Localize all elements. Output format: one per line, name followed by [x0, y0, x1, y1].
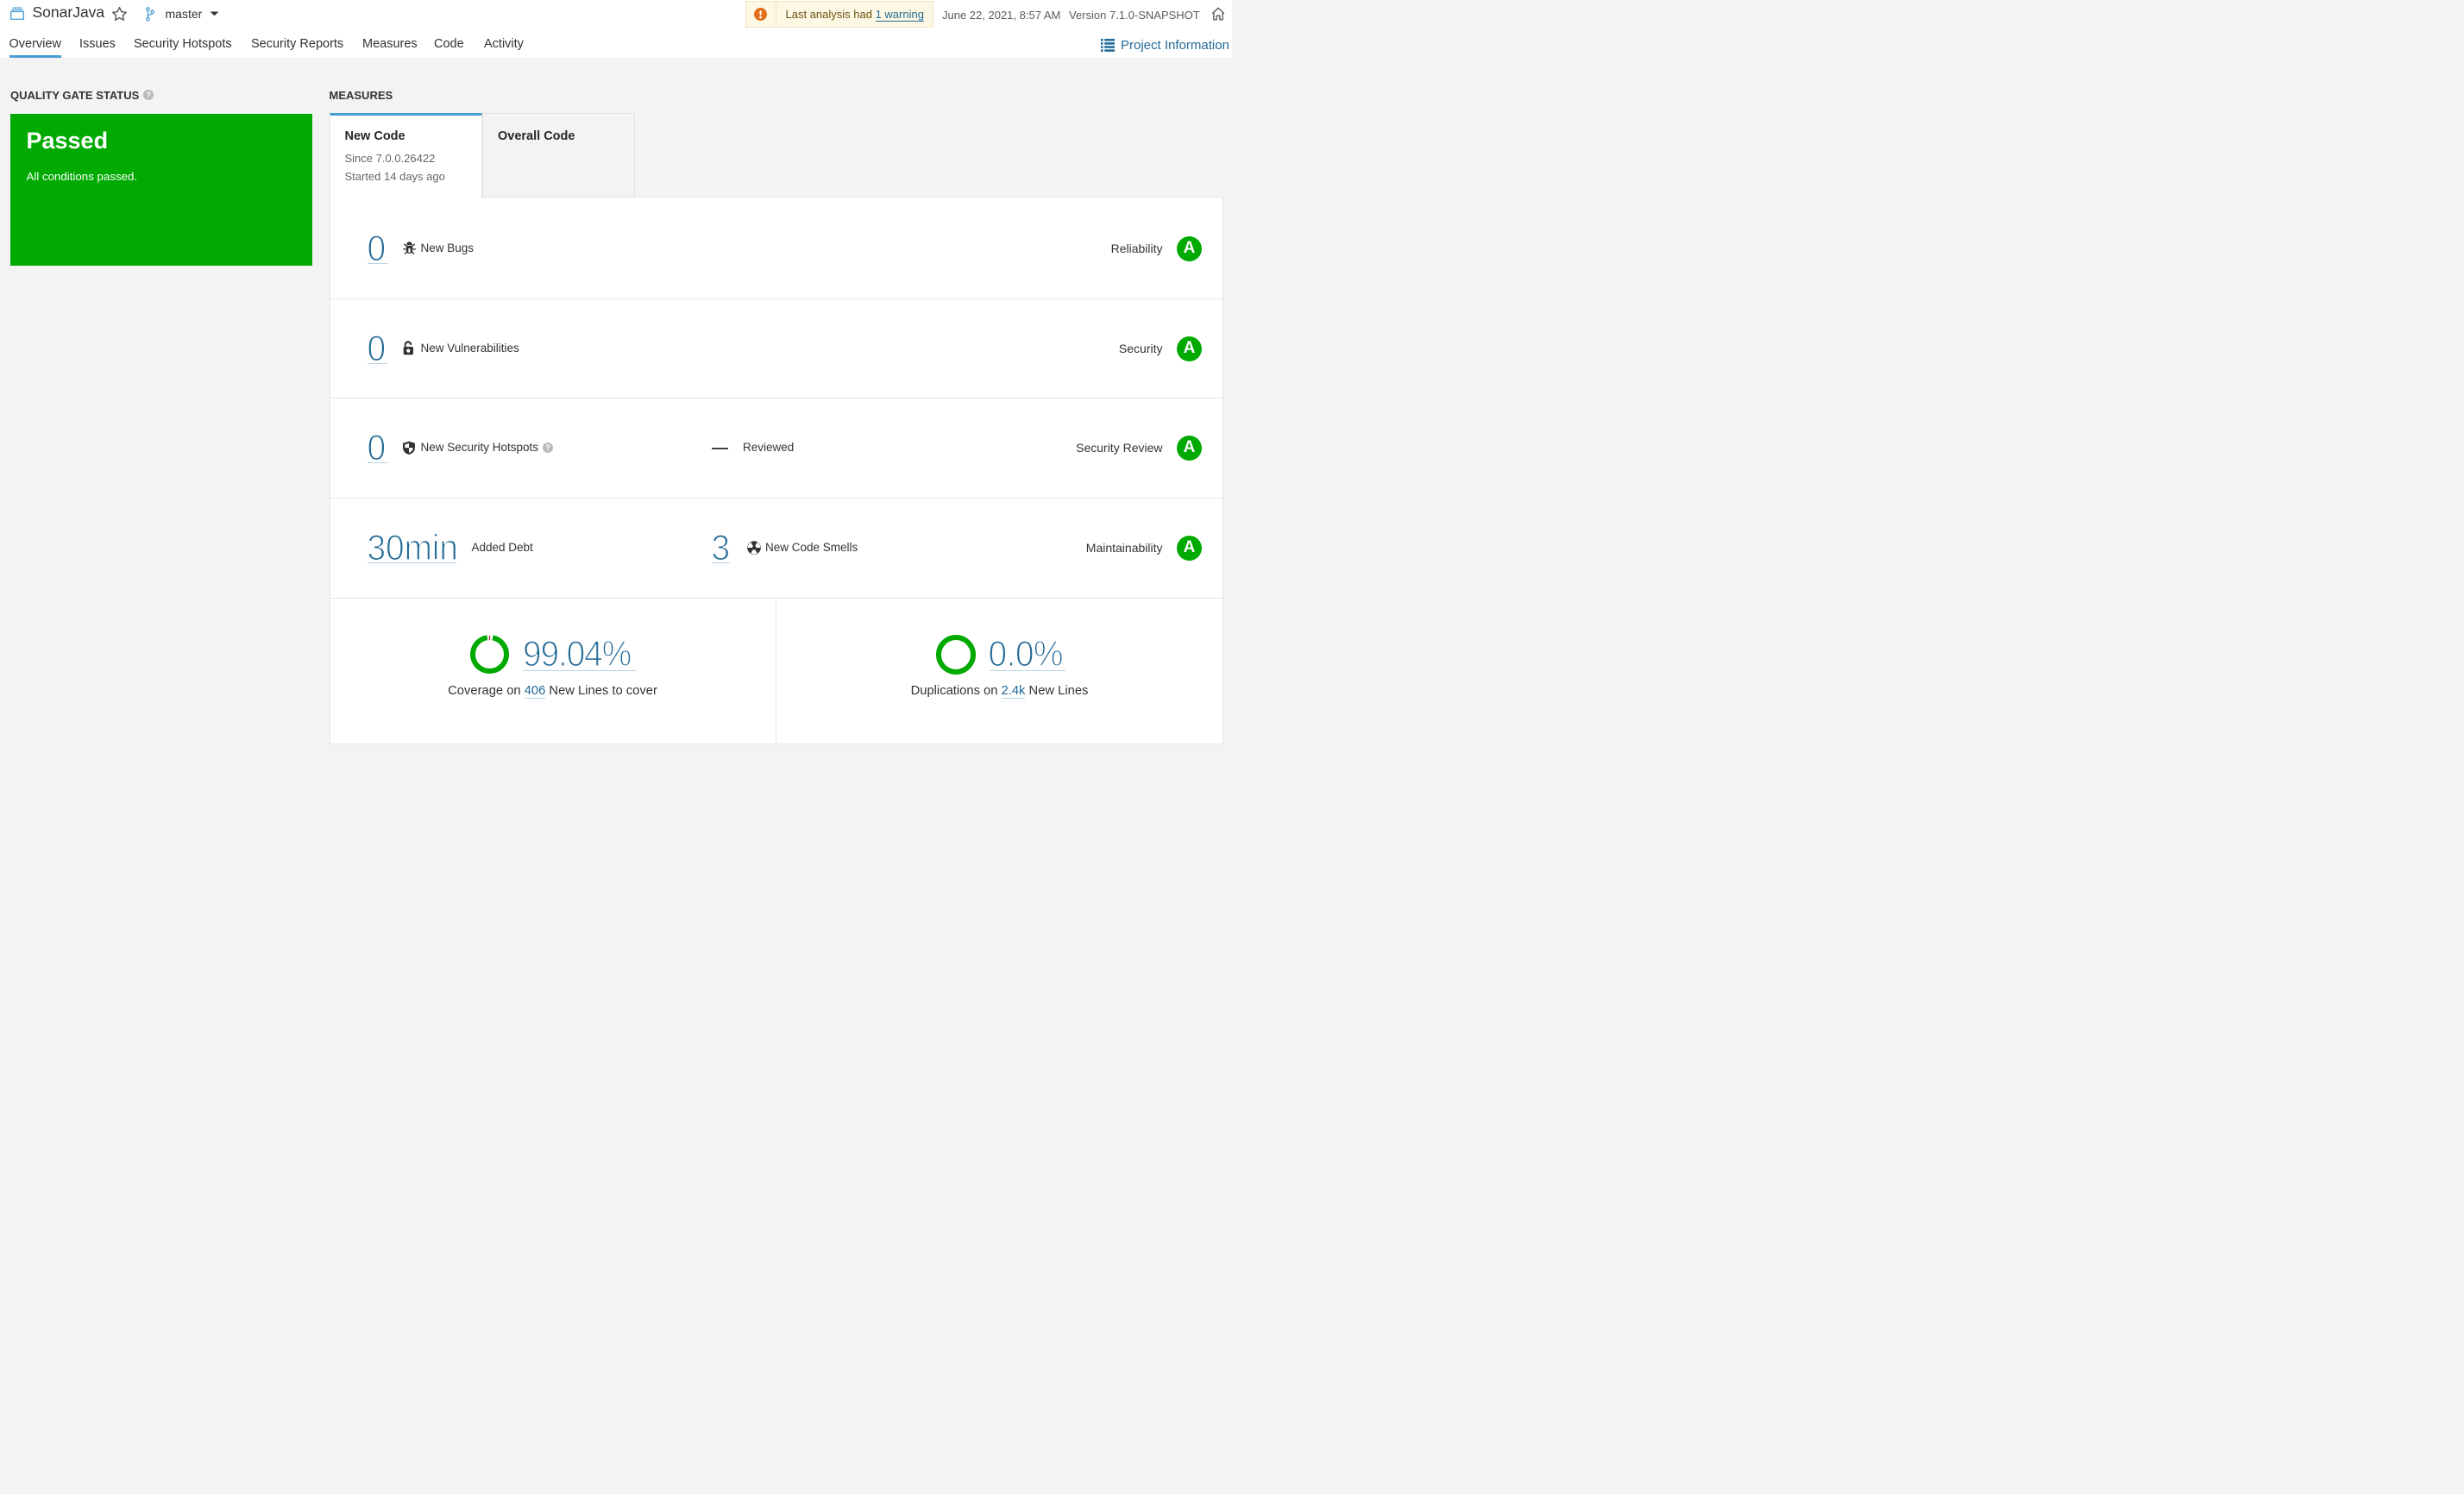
svg-text:?: ?: [545, 443, 550, 452]
svg-text:?: ?: [146, 91, 151, 99]
